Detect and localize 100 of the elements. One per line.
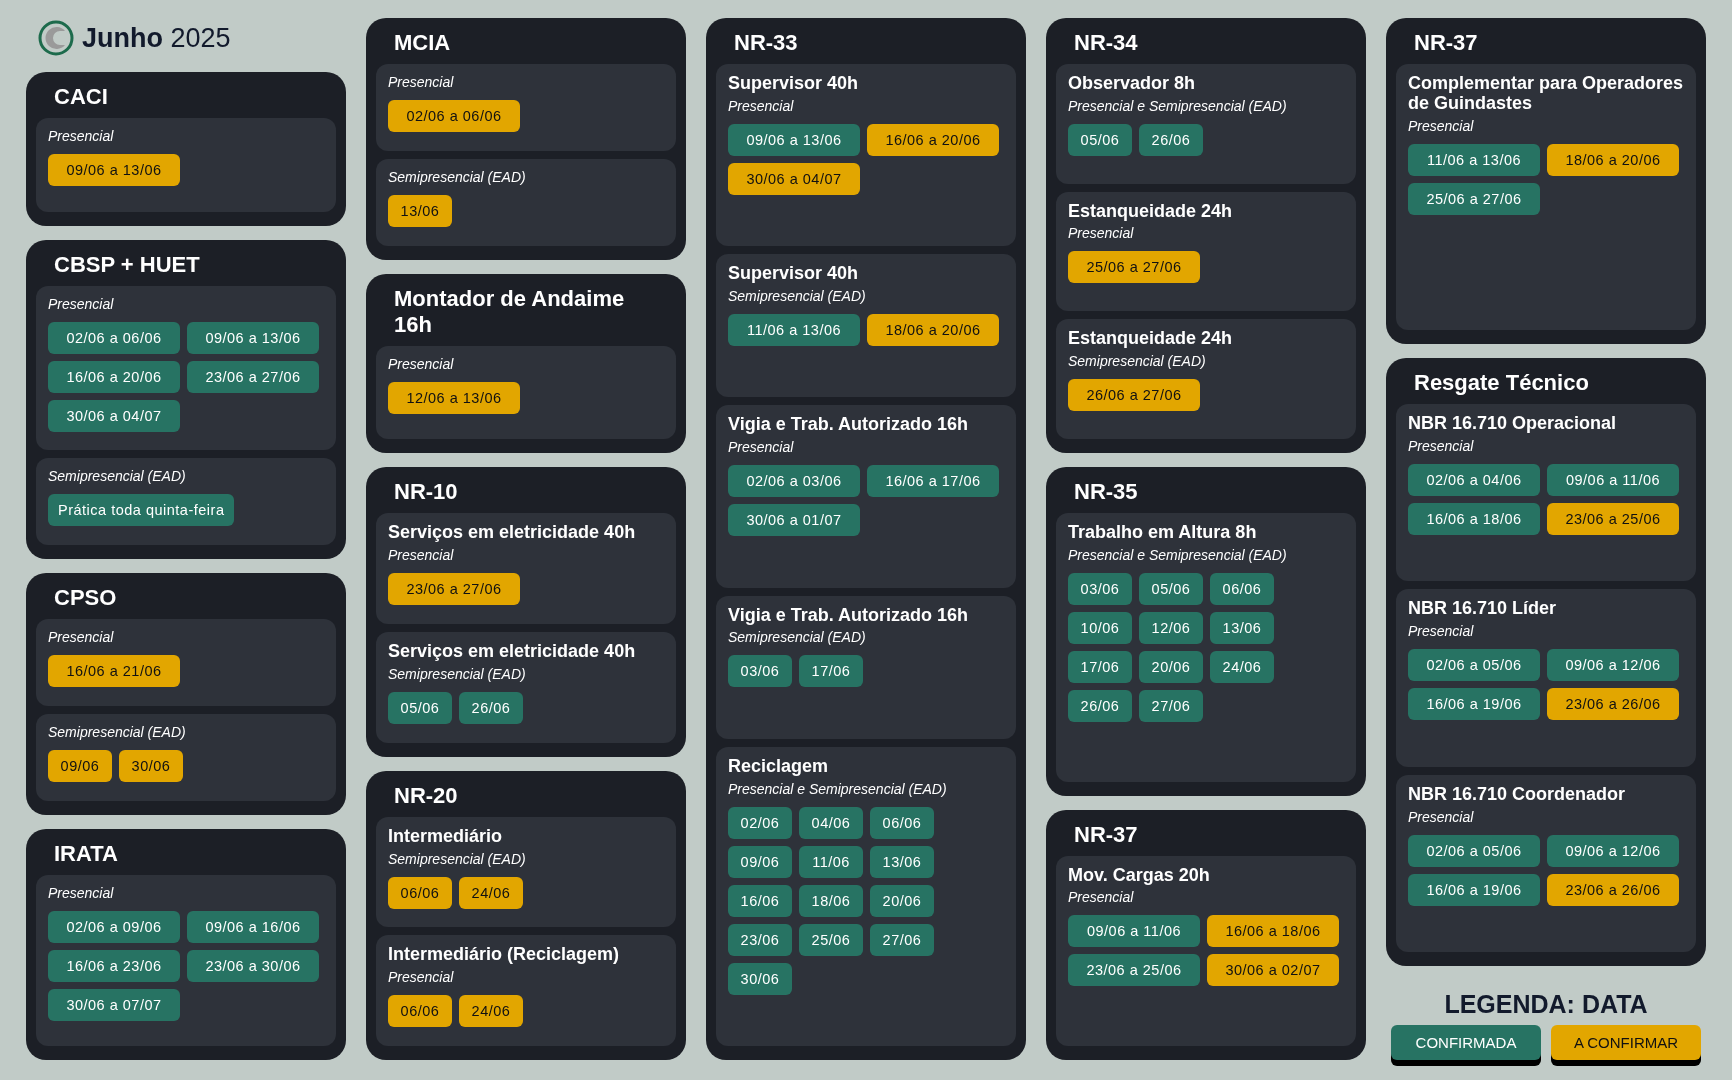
session-name: Supervisor 40h	[728, 74, 860, 94]
date-tag: 16/06 a 23/06	[48, 949, 180, 982]
logo-icon	[38, 20, 74, 56]
date-tag: 16/06	[728, 884, 792, 917]
mode-label: Presencial	[48, 629, 115, 645]
date-tag: 02/06 a 05/06	[1408, 649, 1540, 682]
mode-label: Presencial	[48, 128, 115, 144]
session-name: Intermediário	[388, 826, 504, 847]
date-tag: 25/06 a 27/06	[1408, 182, 1540, 215]
course-title: CPSO	[53, 584, 118, 611]
date-tag: 30/06 a 04/07	[48, 399, 180, 432]
session-name: Estanqueidade 24h	[1068, 329, 1234, 350]
session-name: NBR 16.710 Coordenador	[1408, 784, 1627, 805]
mode-label: Presencial	[1068, 889, 1135, 906]
date-tag: 30/06 a 01/07	[728, 504, 860, 537]
mode-label: Presencial	[1068, 225, 1135, 242]
date-tag: 13/06	[1210, 611, 1274, 644]
session-name: Observador 8h	[1068, 74, 1197, 94]
date-tag: 09/06	[728, 845, 792, 878]
date-tag: 30/06 a 07/07	[48, 988, 180, 1021]
date-tag: 09/06 a 11/06	[1068, 915, 1200, 948]
date-tag: 16/06 a 20/06	[867, 123, 999, 156]
date-tag: 06/06	[870, 806, 934, 839]
session-name: Reciclagem	[728, 756, 830, 777]
date-tag: 30/06 a 04/07	[728, 162, 860, 195]
date-tag: 24/06	[459, 995, 523, 1028]
date-tag: 26/06	[459, 691, 523, 724]
date-tag: 23/06	[728, 923, 792, 956]
mode-label: Semipresencial (EAD)	[388, 665, 527, 682]
session-name: Serviços em eletricidade 40h	[388, 523, 637, 544]
date-tag: 27/06	[870, 923, 934, 956]
date-tag: 17/06	[799, 655, 863, 688]
date-tag: 13/06	[388, 194, 452, 227]
date-tag: 16/06 a 18/06	[1408, 502, 1540, 535]
mode-label: Presencial	[48, 884, 115, 901]
date-tag: 09/06	[48, 749, 112, 782]
date-tag: Prática toda quinta-feira	[48, 494, 235, 527]
date-tag: 18/06 a 20/06	[867, 314, 999, 346]
course-title: CACI	[53, 83, 109, 110]
course-title: NR-35	[1073, 478, 1139, 506]
mode-label: Semipresencial (EAD)	[388, 850, 527, 867]
date-tag: 16/06 a 18/06	[1207, 915, 1339, 948]
date-tag: 23/06 a 30/06	[187, 949, 319, 982]
mode-label: Semipresencial (EAD)	[48, 468, 187, 485]
date-tag: 23/06 a 25/06	[1547, 502, 1679, 535]
date-tag: 11/06 a 13/06	[1408, 143, 1540, 176]
mode-label: Presencial	[1408, 117, 1475, 134]
session-name: Trabalho em Altura 8h	[1068, 523, 1258, 543]
course-title: CBSP + HUET	[53, 250, 201, 278]
date-tag: 18/06 a 20/06	[1547, 143, 1679, 176]
date-tag: 16/06 a 17/06	[867, 465, 999, 498]
mode-label: Presencial	[728, 97, 795, 114]
date-tag: 25/06	[799, 923, 863, 956]
date-tag: 16/06 a 19/06	[1408, 873, 1540, 906]
mode-label: Presencial	[388, 355, 455, 372]
date-tag: 17/06	[1068, 650, 1132, 683]
course-title: Resgate Técnico	[1413, 369, 1590, 397]
mode-label: Presencial e Semipresencial (EAD)	[728, 780, 948, 797]
date-tag: 09/06 a 12/06	[1547, 649, 1679, 682]
course-title: NR-10	[393, 478, 459, 506]
date-tag: 25/06 a 27/06	[1068, 251, 1200, 284]
date-tag: 09/06 a 11/06	[1547, 463, 1679, 496]
mode-label: Presencial	[728, 439, 795, 456]
date-tag: 05/06	[1139, 572, 1203, 605]
course-title: Montador de Andaime 16h	[393, 284, 626, 338]
date-tag: 26/06	[1139, 123, 1203, 156]
date-tag: 03/06	[1068, 572, 1132, 605]
date-tag: 26/06	[1068, 689, 1132, 722]
course-title: NR-34	[1073, 29, 1139, 56]
date-tag: 30/06	[119, 749, 183, 782]
date-tag: 16/06 a 19/06	[1408, 688, 1540, 721]
date-tag: 06/06	[1210, 572, 1274, 605]
date-tag: 09/06 a 12/06	[1547, 834, 1679, 867]
date-tag: 06/06	[388, 876, 452, 909]
date-tag: 23/06 a 26/06	[1547, 688, 1679, 721]
course-title: MCIA	[393, 29, 452, 56]
date-tag: 09/06 a 13/06	[187, 321, 319, 354]
mode-label: Semipresencial (EAD)	[48, 723, 187, 740]
date-tag: 02/06 a 06/06	[388, 100, 520, 132]
course-title: NR-37	[1413, 29, 1479, 56]
month-title: Junho 2025	[82, 22, 231, 54]
date-tag: 05/06	[388, 691, 452, 724]
date-tag: 02/06 a 09/06	[48, 910, 180, 943]
mode-label: Presencial	[1408, 437, 1475, 454]
date-tag: 26/06 a 27/06	[1068, 379, 1200, 412]
date-tag: 02/06 a 06/06	[48, 321, 180, 354]
mode-label: Semipresencial (EAD)	[728, 288, 867, 304]
course-title: IRATA	[53, 839, 119, 867]
mode-label: Presencial	[388, 969, 455, 986]
date-tag: 16/06 a 21/06	[48, 655, 180, 687]
session-name: Serviços em eletricidade 40h	[388, 642, 637, 662]
mode-label: Semipresencial (EAD)	[728, 629, 867, 646]
session-name: Intermediário (Reciclagem)	[388, 945, 621, 966]
session-name: Vigia e Trab. Autorizado 16h	[728, 415, 970, 436]
date-tag: 20/06	[1139, 650, 1203, 683]
mode-label: Semipresencial (EAD)	[1068, 353, 1207, 370]
date-tag: 30/06	[728, 962, 792, 995]
course-title: NR-33	[733, 29, 799, 56]
session-name: NBR 16.710 Operacional	[1408, 414, 1618, 434]
session-name: NBR 16.710 Líder	[1408, 599, 1558, 620]
